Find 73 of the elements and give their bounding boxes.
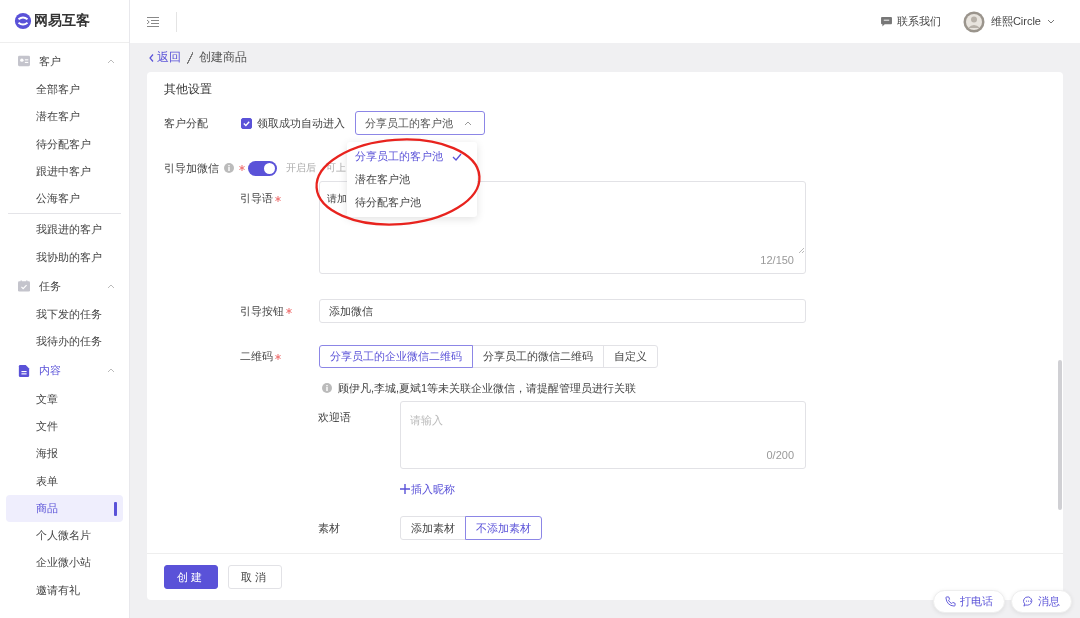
field-label: 引导按钮 bbox=[240, 303, 319, 319]
contact-card-icon bbox=[18, 55, 30, 67]
sidebar-item[interactable]: 我跟进的客户 bbox=[6, 216, 123, 244]
logo-icon bbox=[14, 12, 32, 30]
sidebar-item[interactable]: 潜在客户 bbox=[6, 103, 123, 131]
cancel-button[interactable]: 取消 bbox=[228, 565, 282, 589]
document-icon bbox=[18, 364, 30, 377]
sidebar-item[interactable]: 我下发的任务 bbox=[6, 301, 123, 329]
sidebar-item[interactable]: 全部客户 bbox=[6, 76, 123, 104]
field-label: 素材 bbox=[318, 520, 341, 536]
field-label: 二维码 bbox=[240, 349, 319, 364]
info-icon bbox=[322, 383, 332, 393]
material-option-tab[interactable]: 添加素材 bbox=[400, 516, 466, 540]
sidebar-item[interactable]: 海报 bbox=[6, 440, 123, 468]
insert-nickname-link[interactable]: 插入昵称 bbox=[400, 481, 455, 497]
sidebar-item[interactable]: 我协助的客户 bbox=[6, 243, 123, 272]
material-option-tab[interactable]: 不添加素材 bbox=[465, 516, 542, 540]
sidebar-group[interactable]: 任务 bbox=[0, 271, 129, 302]
avatar bbox=[962, 10, 985, 33]
caret-icon bbox=[1047, 19, 1055, 24]
menu-icon[interactable] bbox=[147, 16, 159, 27]
message-button[interactable]: 消息 bbox=[1011, 590, 1072, 613]
plus-icon bbox=[400, 484, 410, 494]
chevron-left-icon bbox=[149, 53, 154, 62]
sidebar-item[interactable]: 企业微小站 bbox=[6, 549, 123, 577]
field-label: 引导语 bbox=[240, 191, 319, 206]
message-icon bbox=[880, 16, 892, 27]
section-title: 其他设置 bbox=[164, 81, 213, 98]
info-icon bbox=[224, 163, 234, 173]
pool-select[interactable]: 分享员工的客户池 bbox=[355, 111, 485, 135]
caret-icon bbox=[107, 368, 115, 374]
dropdown-option[interactable]: 待分配客户池 bbox=[347, 191, 477, 214]
caret-icon bbox=[464, 120, 472, 126]
contact-us-link[interactable]: 联系我们 bbox=[880, 14, 941, 29]
phone-icon bbox=[945, 596, 956, 607]
sidebar-item[interactable]: 表单 bbox=[6, 467, 123, 495]
qr-option-tab[interactable]: 自定义 bbox=[603, 345, 658, 368]
field-label: 欢迎语 bbox=[318, 410, 352, 425]
qr-option-tab[interactable]: 分享员工的微信二维码 bbox=[472, 345, 604, 368]
caret-icon bbox=[107, 283, 115, 289]
button-text-field[interactable]: 添加微信 bbox=[319, 299, 806, 323]
sidebar-item[interactable]: 跟进中客户 bbox=[6, 157, 123, 186]
sidebar-item[interactable]: 文件 bbox=[6, 412, 123, 441]
chat-icon bbox=[1023, 596, 1034, 607]
create-button[interactable]: 创建 bbox=[164, 565, 218, 589]
checkmark-icon bbox=[452, 152, 462, 161]
user-menu[interactable]: 维熙Circle bbox=[962, 10, 1055, 33]
breadcrumb-current: 创建商品 bbox=[199, 49, 247, 66]
calendar-check-icon bbox=[18, 280, 30, 293]
dropdown-option[interactable]: 分享员工的客户池 bbox=[347, 145, 477, 168]
field-label: 引导加微信 bbox=[164, 160, 219, 176]
sidebar-item[interactable]: 个人微名片 bbox=[6, 522, 123, 550]
resize-handle-icon[interactable] bbox=[798, 247, 804, 253]
toggle-switch[interactable] bbox=[248, 160, 277, 176]
sidebar-item[interactable]: 商品 bbox=[6, 494, 123, 523]
call-button[interactable]: 打电话 bbox=[933, 590, 1005, 613]
back-link[interactable]: 返回 bbox=[149, 49, 181, 66]
checkbox[interactable]: 领取成功自动进入 bbox=[241, 115, 345, 131]
checkmark-icon bbox=[242, 118, 251, 128]
sidebar-item[interactable]: 文章 bbox=[6, 385, 123, 413]
sidebar-group[interactable]: 客户 bbox=[0, 46, 129, 76]
sidebar-item[interactable]: 待分配客户 bbox=[6, 130, 123, 158]
app-logo-text: 网易互客 bbox=[34, 12, 90, 30]
notice-text: 顾伊凡,李城,夏斌1等未关联企业微信，请提醒管理员进行关联 bbox=[338, 380, 637, 396]
scrollbar[interactable] bbox=[1058, 360, 1062, 510]
sidebar-item[interactable]: 我待办的任务 bbox=[6, 328, 123, 356]
field-label: 客户分配 bbox=[164, 115, 209, 131]
sidebar-item[interactable]: 邀请有礼 bbox=[6, 576, 123, 605]
sidebar-item[interactable]: 公海客户 bbox=[6, 185, 123, 213]
caret-icon bbox=[107, 58, 115, 64]
qr-option-tab[interactable]: 分享员工的企业微信二维码 bbox=[319, 345, 473, 368]
breadcrumb-separator bbox=[187, 51, 193, 64]
sidebar-group[interactable]: 内容 bbox=[0, 355, 129, 386]
